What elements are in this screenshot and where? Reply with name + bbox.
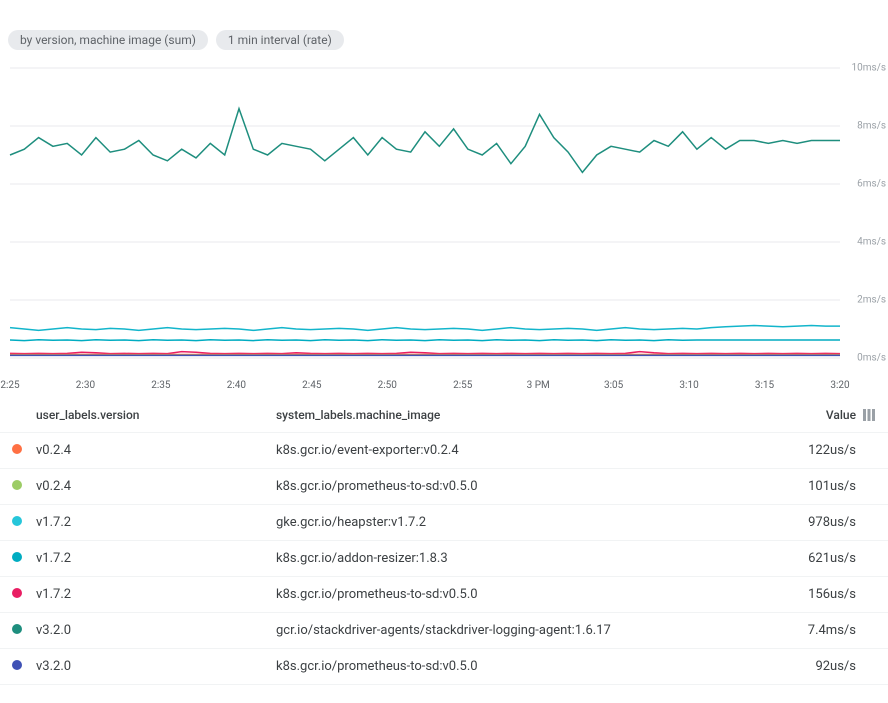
cell-image: gke.gcr.io/heapster:v1.7.2 [276,515,776,530]
series-line [10,326,840,331]
cell-value: 92us/s [776,659,856,674]
cell-version: v1.7.2 [36,515,276,530]
legend-header-value[interactable]: Value [776,408,856,422]
series-line [10,340,840,341]
cell-version: v3.2.0 [36,659,276,674]
x-tick-label: 2:50 [378,380,397,391]
series-color-dot [12,660,22,670]
x-tick-label: 3 PM [527,380,550,391]
series-color-dot [12,444,22,454]
table-row[interactable]: v3.2.0gcr.io/stackdriver-agents/stackdri… [0,613,888,649]
cell-version: v0.2.4 [36,479,276,494]
series-color-dot [12,588,22,598]
x-tick-label: 3:15 [755,380,774,391]
y-tick-label: 10ms/s [852,63,886,74]
series-line [10,352,840,354]
x-tick-label: 3:10 [679,380,698,391]
line-chart: 0ms/s 2ms/s 4ms/s 6ms/s 8ms/s 10ms/s [0,58,888,378]
series-color-dot [12,480,22,490]
filter-chips: by version, machine image (sum) 1 min in… [0,0,888,58]
x-tick-label: 3:20 [830,380,849,391]
cell-version: v1.7.2 [36,551,276,566]
series-color-dot [12,552,22,562]
x-axis: 2:252:302:352:402:452:502:553 PM3:053:10… [10,378,840,398]
table-row[interactable]: v0.2.4k8s.gcr.io/event-exporter:v0.2.412… [0,433,888,469]
cell-version: v3.2.0 [36,623,276,638]
table-row[interactable]: v1.7.2k8s.gcr.io/addon-resizer:1.8.3621u… [0,541,888,577]
cell-image: k8s.gcr.io/event-exporter:v0.2.4 [276,443,776,458]
legend-header-row: user_labels.version system_labels.machin… [0,398,888,433]
series-color-dot [12,624,22,634]
x-tick-label: 2:40 [227,380,246,391]
cell-value: 7.4ms/s [776,623,856,638]
cell-image: gcr.io/stackdriver-agents/stackdriver-lo… [276,623,776,638]
cell-value: 621us/s [776,551,856,566]
x-tick-label: 2:45 [302,380,321,391]
chip-group-by[interactable]: by version, machine image (sum) [8,30,208,50]
cell-value: 122us/s [776,443,856,458]
x-tick-label: 2:35 [151,380,170,391]
x-tick-label: 2:30 [76,380,95,391]
legend-header-version[interactable]: user_labels.version [36,408,276,422]
cell-value: 978us/s [776,515,856,530]
x-tick-label: 3:05 [604,380,623,391]
y-tick-label: 4ms/s [857,237,886,248]
y-tick-label: 0ms/s [857,353,886,364]
table-row[interactable]: v1.7.2gke.gcr.io/heapster:v1.7.2978us/s [0,505,888,541]
cell-version: v0.2.4 [36,443,276,458]
table-row[interactable]: v1.7.2k8s.gcr.io/prometheus-to-sd:v0.5.0… [0,577,888,613]
chart-canvas [0,58,888,378]
series-line [10,109,840,173]
cell-value: 156us/s [776,587,856,602]
cell-image: k8s.gcr.io/prometheus-to-sd:v0.5.0 [276,659,776,674]
table-row[interactable]: v3.2.0k8s.gcr.io/prometheus-to-sd:v0.5.0… [0,649,888,685]
table-row[interactable]: v0.2.4k8s.gcr.io/prometheus-to-sd:v0.5.0… [0,469,888,505]
chip-interval[interactable]: 1 min interval (rate) [216,30,344,50]
y-tick-label: 6ms/s [857,179,886,190]
cell-image: k8s.gcr.io/prometheus-to-sd:v0.5.0 [276,479,776,494]
legend-table: user_labels.version system_labels.machin… [0,398,888,685]
cell-value: 101us/s [776,479,856,494]
series-color-dot [12,516,22,526]
cell-version: v1.7.2 [36,587,276,602]
x-tick-label: 2:25 [0,380,19,391]
y-tick-label: 8ms/s [857,121,886,132]
y-tick-label: 2ms/s [857,295,886,306]
cell-image: k8s.gcr.io/addon-resizer:1.8.3 [276,551,776,566]
x-tick-label: 2:55 [453,380,472,391]
legend-header-image[interactable]: system_labels.machine_image [276,408,776,422]
columns-icon[interactable] [856,408,876,422]
cell-image: k8s.gcr.io/prometheus-to-sd:v0.5.0 [276,587,776,602]
